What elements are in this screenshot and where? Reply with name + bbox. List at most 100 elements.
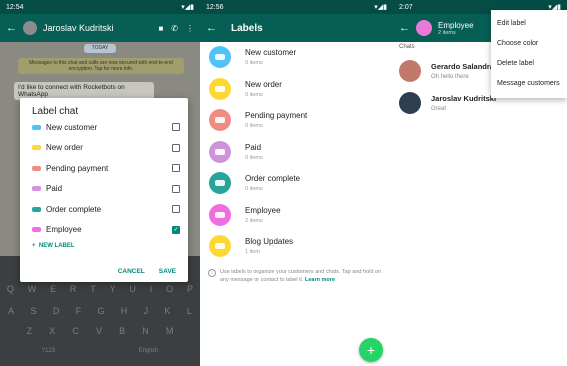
contact-name[interactable]: Jaroslav Kudritski: [43, 23, 152, 33]
keyboard-key[interactable]: F: [76, 306, 82, 316]
label-tag-icon: [209, 46, 231, 68]
keyboard-key[interactable]: ?123: [42, 348, 55, 354]
back-arrow-icon[interactable]: ←: [6, 22, 17, 34]
tag-shape: [215, 180, 225, 186]
keyboard-key[interactable]: I: [150, 284, 153, 294]
keyboard-key[interactable]: D: [53, 306, 60, 316]
keyboard-key[interactable]: M: [166, 326, 174, 336]
chats-header: Chats: [399, 44, 415, 50]
label-option[interactable]: Pending payment: [32, 161, 180, 175]
status-time: 12:56: [206, 3, 224, 11]
menu-item[interactable]: Delete label: [497, 60, 534, 67]
keyboard-key[interactable]: L: [187, 306, 192, 316]
label-count: 2 items: [245, 217, 263, 224]
new-label-button[interactable]: + NEW LABEL: [32, 243, 75, 249]
label-name: Paid: [245, 142, 262, 152]
keyboard-key[interactable]: U: [129, 284, 136, 294]
keyboard-key[interactable]: V: [96, 326, 102, 336]
label-chip-icon: [32, 145, 41, 150]
tag-shape: [215, 148, 225, 155]
label-option[interactable]: New order: [32, 141, 180, 155]
label-checkbox[interactable]: [172, 143, 180, 152]
label-option[interactable]: Employee ✓: [32, 223, 180, 237]
contact-avatar[interactable]: [23, 21, 37, 35]
keyboard-key[interactable]: X: [49, 326, 55, 336]
keyboard-row-3: ZXCVBNM: [0, 326, 200, 336]
tag-shape: [215, 54, 225, 60]
label-name: Employee: [245, 205, 281, 215]
label-checkbox[interactable]: ✓: [172, 225, 180, 234]
keyboard-key[interactable]: English: [139, 348, 159, 354]
label-checkbox[interactable]: [172, 205, 180, 213]
keyboard-key[interactable]: J: [144, 306, 149, 316]
labels-info: i Use labels to organize your customers …: [208, 268, 384, 284]
add-label-button[interactable]: +: [359, 338, 383, 362]
label-list-item[interactable]: New order 0 items: [200, 74, 393, 106]
back-arrow-icon[interactable]: ←: [399, 22, 410, 34]
keyboard-key[interactable]: W: [28, 284, 37, 294]
status-time: 2:07: [399, 3, 413, 11]
label-list-item[interactable]: Paid 0 items: [200, 137, 393, 169]
keyboard-key[interactable]: B: [119, 326, 125, 336]
menu-item[interactable]: Choose color: [497, 40, 538, 47]
label-option[interactable]: Order complete: [32, 202, 180, 216]
label-count: 0 items: [245, 91, 263, 98]
status-time: 12:54: [6, 3, 24, 11]
label-list-item[interactable]: New customer 0 items: [200, 42, 393, 74]
label-option-name: Pending payment: [46, 163, 109, 173]
label-tag-icon: [209, 77, 231, 100]
keyboard-key[interactable]: A: [8, 306, 14, 316]
chat-header: ← Jaroslav Kudritski ■ ✆ ⋮: [0, 14, 200, 42]
label-option[interactable]: New customer: [32, 120, 180, 134]
label-chip-icon: [32, 165, 41, 171]
keyboard-key[interactable]: C: [72, 326, 79, 336]
keyboard-key[interactable]: Z: [27, 326, 33, 336]
keyboard-key[interactable]: T: [90, 284, 96, 294]
label-count: 0 items: [245, 154, 263, 161]
keyboard-key[interactable]: Q: [7, 284, 14, 294]
keyboard-key[interactable]: O: [166, 284, 173, 294]
keyboard-key[interactable]: H: [121, 306, 128, 316]
keyboard-key[interactable]: R: [70, 284, 77, 294]
label-option-name: New order: [46, 143, 83, 152]
label-checkbox[interactable]: [172, 164, 180, 172]
page-title: Employee: [438, 20, 474, 30]
status-icons: ▾◢▮: [374, 4, 387, 11]
encryption-note: Messages to this chat and calls are now …: [18, 58, 184, 74]
menu-item[interactable]: Edit label: [497, 20, 526, 27]
back-arrow-icon[interactable]: ←: [206, 22, 217, 34]
label-option[interactable]: Paid: [32, 182, 180, 196]
keyboard-row-1: QWERTYUIOP: [0, 284, 200, 294]
label-list-item[interactable]: Blog Updates 1 item: [200, 231, 393, 263]
keyboard-key[interactable]: N: [142, 326, 149, 336]
tag-shape: [215, 85, 225, 92]
labels-panel: 12:56 ▾◢▮ ← Labels New customer 0 items Ne…: [200, 0, 393, 366]
tag-shape: [215, 211, 225, 218]
keyboard-key[interactable]: G: [97, 306, 104, 316]
labels-header: ← Labels: [200, 14, 393, 42]
keyboard-key[interactable]: S: [30, 306, 36, 316]
keyboard-key[interactable]: Y: [110, 284, 116, 294]
phone-icon[interactable]: ✆: [171, 24, 178, 33]
label-checkbox[interactable]: [172, 123, 180, 131]
label-checkbox[interactable]: [172, 184, 180, 193]
keyboard-key[interactable]: E: [50, 284, 56, 294]
more-vert-icon[interactable]: ⋮: [186, 24, 194, 33]
label-name: Order complete: [245, 174, 301, 183]
label-name: Pending payment: [245, 111, 308, 120]
label-list-item[interactable]: Employee 2 items: [200, 200, 393, 232]
label-chat-dialog: Label chat New customer New order Pending …: [20, 98, 188, 282]
keyboard-key[interactable]: K: [164, 306, 170, 316]
avatar: [399, 60, 421, 82]
keyboard-key[interactable]: P: [187, 284, 193, 294]
status-bar: 12:56 ▾◢▮: [200, 0, 393, 14]
label-chip-icon: [32, 186, 41, 191]
video-call-icon[interactable]: ■: [158, 24, 163, 33]
dialog-actions: CANCEL SAVE: [118, 268, 176, 275]
learn-more-link[interactable]: Learn more: [305, 277, 335, 283]
label-list-item[interactable]: Order complete 0 items: [200, 168, 393, 200]
menu-item[interactable]: Message customers: [497, 80, 560, 87]
cancel-button[interactable]: CANCEL: [118, 268, 145, 275]
label-list-item[interactable]: Pending payment 0 items: [200, 105, 393, 137]
save-button[interactable]: SAVE: [159, 268, 176, 275]
